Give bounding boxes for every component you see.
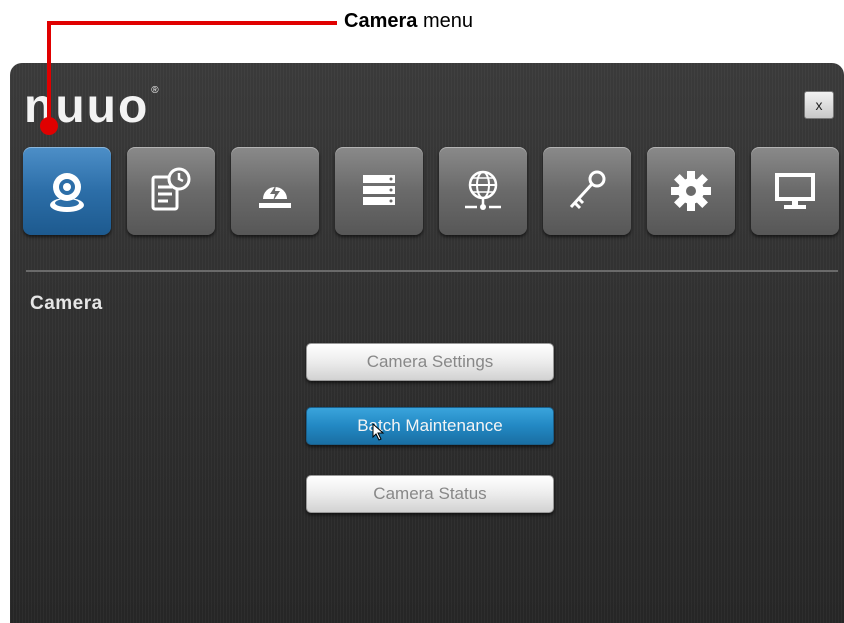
batch-maintenance-button[interactable]: Batch Maintenance [306, 407, 554, 445]
monitor-icon [775, 173, 815, 209]
menu-storage-button[interactable] [335, 147, 423, 235]
alarm-icon [259, 185, 291, 208]
logo-registered-mark: ® [151, 85, 161, 96]
annotation-line-vertical [47, 21, 51, 125]
section-title: Camera [30, 293, 103, 314]
menu-network-button[interactable] [439, 147, 527, 235]
schedule-icon [151, 167, 191, 211]
app-window: nuuo ® x Camera Camera Settings Batch Ma… [10, 63, 844, 623]
camera-settings-button[interactable]: Camera Settings [306, 343, 554, 381]
menu-settings-button[interactable] [647, 147, 735, 235]
camera-status-button[interactable]: Camera Status [306, 475, 554, 513]
annotation-label-rest: menu [417, 10, 473, 32]
camera-icon [50, 173, 84, 212]
gear-icon [671, 171, 711, 211]
key-icon [569, 170, 606, 210]
divider [26, 270, 838, 272]
network-icon [465, 170, 501, 210]
annotation-label: Camera menu [344, 10, 473, 33]
annotation-dot [40, 117, 58, 135]
mouse-cursor-icon [372, 423, 385, 441]
storage-icon [363, 175, 395, 205]
menu-key-button[interactable] [543, 147, 631, 235]
menu-alarm-button[interactable] [231, 147, 319, 235]
annotation-line-horizontal [47, 21, 337, 25]
menu-camera-button[interactable] [23, 147, 111, 235]
close-button[interactable]: x [804, 91, 834, 119]
menu-schedule-button[interactable] [127, 147, 215, 235]
menu-display-button[interactable] [751, 147, 839, 235]
main-menu-bar [23, 147, 839, 235]
annotation-label-bold: Camera [344, 10, 418, 32]
